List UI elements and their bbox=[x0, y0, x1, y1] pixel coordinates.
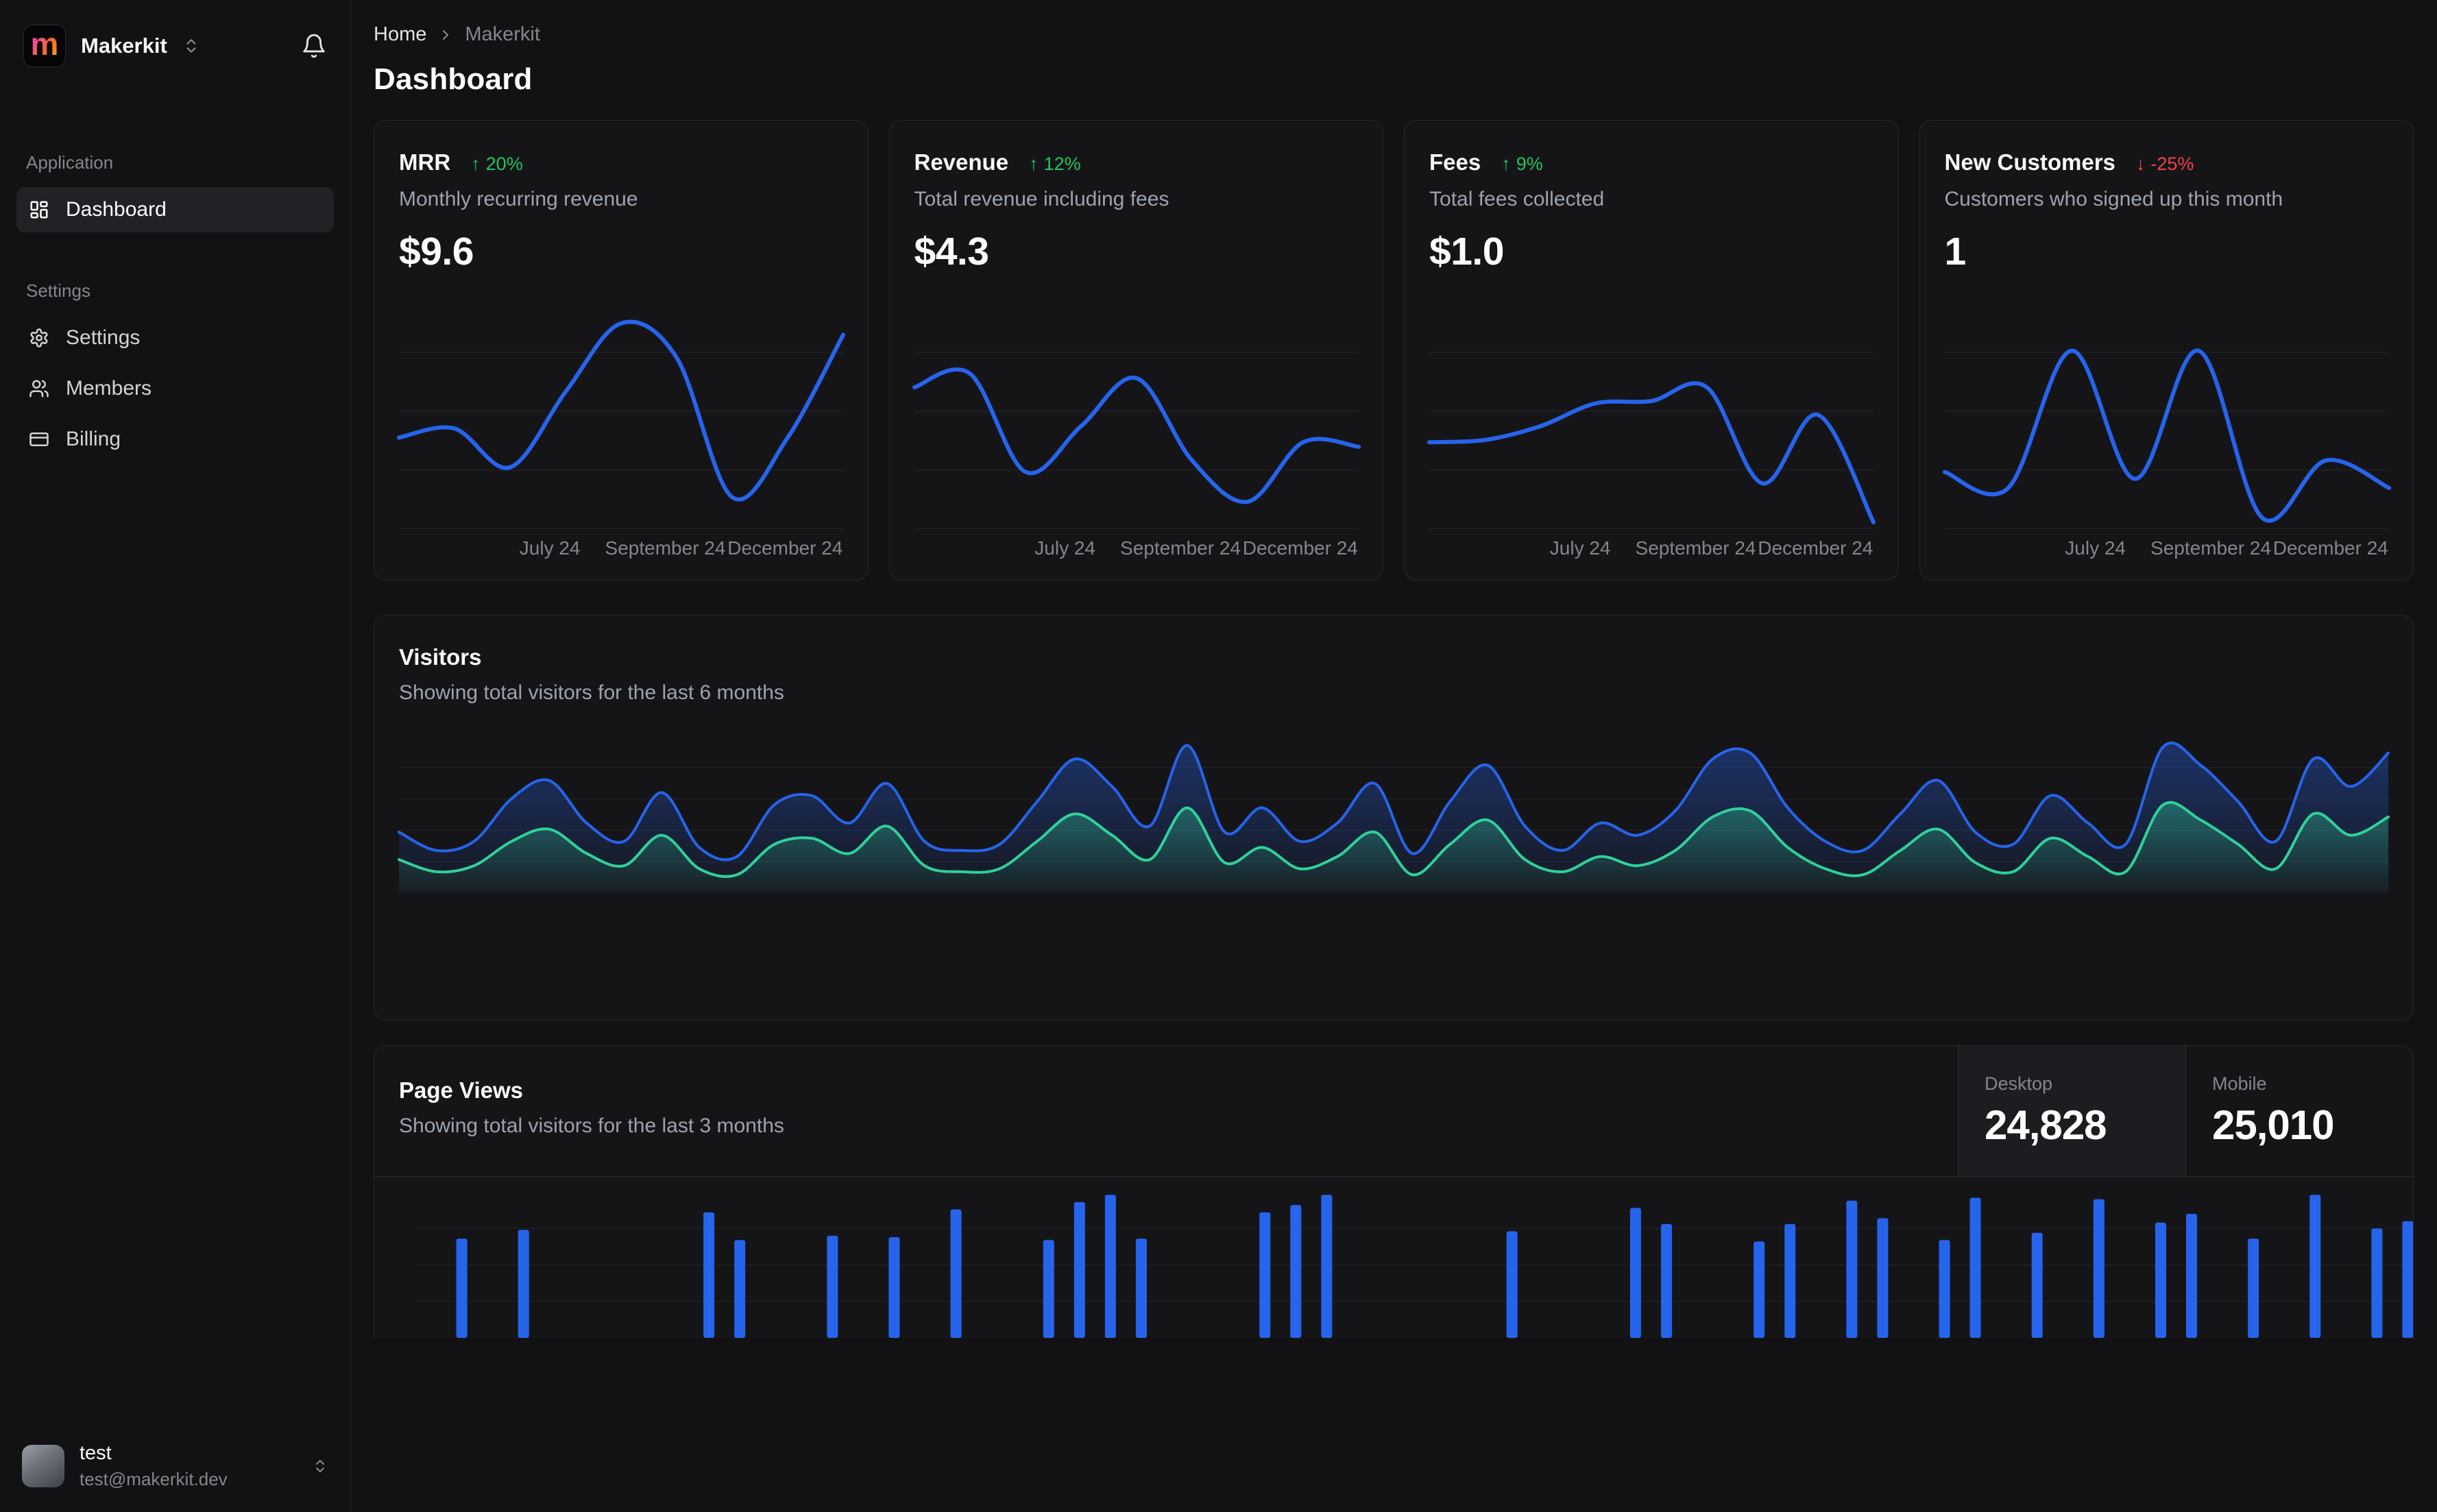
stat-description: Total fees collected bbox=[1429, 188, 1605, 210]
stat-title: Fees bbox=[1429, 149, 1481, 175]
user-name: test bbox=[80, 1442, 112, 1464]
bell-icon bbox=[301, 33, 327, 59]
page-views-header: Page Views Showing total visitors for th… bbox=[374, 1046, 2413, 1177]
notifications-bell-button[interactable] bbox=[301, 33, 327, 59]
stat-description: Customers who signed up this month bbox=[1944, 188, 2283, 210]
tab-mobile[interactable]: Mobile 25,010 bbox=[2185, 1046, 2413, 1176]
chevrons-up-down-icon bbox=[182, 37, 200, 55]
tab-label: Desktop bbox=[1985, 1073, 2053, 1094]
stat-value: $1.0 bbox=[1429, 230, 1504, 273]
nav-section-application: Application bbox=[26, 152, 114, 173]
chevron-right-icon bbox=[437, 27, 454, 43]
breadcrumb: Home Makerkit bbox=[374, 23, 2414, 46]
sidebar-item-billing[interactable]: Billing bbox=[16, 417, 334, 462]
breadcrumb-home[interactable]: Home bbox=[374, 23, 426, 46]
dashboard-grid-icon bbox=[29, 199, 49, 220]
users-icon bbox=[29, 378, 49, 399]
stat-card-mrr: MRR ↑ 20% Monthly recurring revenue $9.6… bbox=[374, 120, 869, 581]
new-customers-sparkline-chart bbox=[1942, 293, 2391, 529]
sidebar-item-dashboard[interactable]: Dashboard bbox=[16, 187, 334, 232]
org-switcher[interactable]: m Makerkit bbox=[23, 25, 200, 67]
chevrons-up-down-icon bbox=[312, 1458, 328, 1474]
tab-desktop[interactable]: Desktop 24,828 bbox=[1958, 1046, 2185, 1176]
user-email: test@makerkit.dev bbox=[80, 1469, 228, 1489]
arrow-up-icon: ↑ bbox=[1501, 154, 1511, 174]
stat-value: $9.6 bbox=[399, 230, 474, 273]
mrr-sparkline-chart bbox=[397, 293, 845, 529]
stat-card-fees: Fees ↑ 9% Total fees collected $1.0 July… bbox=[1404, 120, 1899, 581]
org-name: Makerkit bbox=[81, 34, 167, 58]
tab-value: 24,828 bbox=[1985, 1102, 2107, 1148]
stats-row: MRR ↑ 20% Monthly recurring revenue $9.6… bbox=[374, 120, 2414, 581]
stat-change-badge: ↑ 20% bbox=[471, 154, 523, 174]
main-content: Home Makerkit Dashboard MRR ↑ 20% Monthl… bbox=[351, 0, 2437, 1512]
revenue-sparkline-chart bbox=[912, 293, 1361, 529]
stat-change-badge: ↑ 12% bbox=[1029, 154, 1081, 174]
sidebar: m Makerkit Application Dashboard Setting… bbox=[0, 0, 351, 1512]
stat-card-new-customers: New Customers ↓ -25% Customers who signe… bbox=[1919, 120, 2414, 581]
arrow-up-icon: ↑ bbox=[1029, 154, 1039, 174]
stat-value: $4.3 bbox=[914, 230, 989, 273]
gear-icon bbox=[29, 328, 49, 348]
tab-label: Mobile bbox=[2212, 1073, 2267, 1094]
sidebar-item-label: Dashboard bbox=[66, 198, 167, 221]
page-views-subtitle: Showing total visitors for the last 3 mo… bbox=[399, 1114, 784, 1137]
sidebar-nav: Application Dashboard Settings Settings … bbox=[16, 152, 334, 467]
stat-change-badge: ↓ -25% bbox=[2135, 154, 2194, 174]
arrow-down-icon: ↓ bbox=[2135, 154, 2146, 174]
stat-title: MRR bbox=[399, 149, 451, 175]
page-views-title: Page Views bbox=[399, 1077, 524, 1103]
visitors-area-chart bbox=[398, 736, 2390, 1082]
stat-title: Revenue bbox=[914, 149, 1009, 175]
sidebar-item-label: Billing bbox=[66, 428, 121, 450]
sidebar-item-members[interactable]: Members bbox=[16, 366, 334, 411]
credit-card-icon bbox=[29, 429, 49, 450]
nav-section-settings: Settings bbox=[26, 280, 90, 301]
tab-value: 25,010 bbox=[2212, 1102, 2335, 1148]
breadcrumb-current: Makerkit bbox=[465, 23, 540, 45]
stat-description: Monthly recurring revenue bbox=[399, 188, 638, 210]
x-axis-labels: July 24 September 24 December 24 bbox=[2065, 537, 2388, 559]
logo-letter: m bbox=[30, 26, 59, 62]
stat-title: New Customers bbox=[1944, 149, 2115, 175]
visitors-title: Visitors bbox=[399, 644, 482, 670]
user-menu[interactable]: test test@makerkit.dev bbox=[16, 1438, 334, 1494]
page-views-card: Page Views Showing total visitors for th… bbox=[374, 1045, 2414, 1338]
stat-description: Total revenue including fees bbox=[914, 188, 1169, 210]
makerkit-logo: m bbox=[23, 25, 66, 67]
arrow-up-icon: ↑ bbox=[471, 154, 481, 174]
stat-card-revenue: Revenue ↑ 12% Total revenue including fe… bbox=[888, 120, 1383, 581]
sidebar-item-label: Members bbox=[66, 377, 152, 400]
visitors-subtitle: Showing total visitors for the last 6 mo… bbox=[399, 681, 784, 704]
page-title: Dashboard bbox=[374, 62, 533, 96]
stat-change-badge: ↑ 9% bbox=[1501, 154, 1543, 174]
page-views-bar-chart bbox=[415, 1192, 2413, 1338]
x-axis-labels: July 24 September 24 December 24 bbox=[1034, 537, 1358, 559]
sidebar-item-label: Settings bbox=[66, 326, 141, 349]
x-axis-labels: July 24 September 24 December 24 bbox=[519, 537, 843, 559]
sidebar-item-settings[interactable]: Settings bbox=[16, 315, 334, 361]
app-root: m Makerkit Application Dashboard Setting… bbox=[0, 0, 2437, 1512]
avatar bbox=[22, 1445, 64, 1487]
stat-value: 1 bbox=[1944, 230, 1967, 273]
x-axis-labels: July 24 September 24 December 24 bbox=[1549, 537, 1874, 559]
visitors-card: Visitors Showing total visitors for the … bbox=[374, 615, 2414, 1178]
fees-sparkline-chart bbox=[1427, 293, 1876, 529]
